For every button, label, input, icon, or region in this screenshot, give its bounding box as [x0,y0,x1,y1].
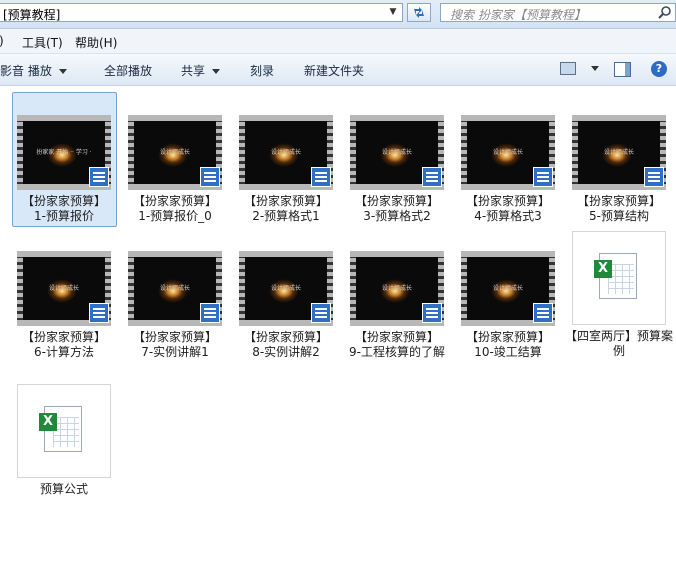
video-file-icon [422,167,442,187]
excel-file-icon: X [39,406,82,452]
play-with-button[interactable]: 影音 播放 [0,62,67,79]
file-name-label: 【扮家家预算】 3-预算格式2 [354,194,439,223]
search-placeholder: 搜索 扮家家【预算教程】 [450,8,586,22]
menu-item-tools[interactable]: 工具(T) [22,34,63,51]
refresh-button[interactable] [407,3,431,22]
preview-pane-icon[interactable] [614,62,631,77]
file-name-label: 【扮家家预算】 1-预算报价 [21,194,106,223]
thumbnail-caption: 设计师成长 [492,285,523,292]
video-file-icon [200,303,220,323]
thumbnail-caption: 设计师成长 [381,285,412,292]
address-path: [预算教程] [3,8,61,22]
thumbnail-caption: 扮家家 开始 ·· 学习 · [36,149,92,156]
refresh-icon [414,7,424,18]
video-file-icon [644,167,664,187]
video-file-icon [89,167,109,187]
video-file-icon [533,303,553,323]
video-file-icon [200,167,220,187]
file-name-label: 【扮家家预算】 9-工程核算的了解 [349,330,445,359]
thumbnail-caption: 设计师成长 [48,285,79,292]
file-name-label: 【扮家家预算】 5-预算结构 [576,194,661,223]
file-name-label: 【扮家家预算】 4-预算格式3 [465,194,550,223]
video-file-icon [311,303,331,323]
chevron-down-icon[interactable]: ▼ [386,5,400,20]
menu-item-view-partial[interactable]: ) [0,34,4,48]
address-bar-row: [预算教程] ▼ 搜索 扮家家【预算教程】 [0,0,676,29]
thumbnail-caption: 设计师成长 [270,149,301,156]
menu-bar: ) 工具(T) 帮助(H) [0,29,676,54]
excel-logo-icon: X [39,413,57,431]
view-options-chevron-icon[interactable] [591,66,599,71]
file-name-label: 预算公式 [39,482,88,496]
help-icon[interactable]: ? [651,61,667,77]
thumbnail-caption: 设计师成长 [270,285,301,292]
file-name-label: 【四室两厅】预算案例 [564,329,673,358]
burn-button[interactable]: 刻录 [250,62,274,79]
file-name-label: 【扮家家预算】 2-预算格式1 [243,194,328,223]
menu-item-help[interactable]: 帮助(H) [75,34,117,51]
excel-logo-icon: X [594,260,612,278]
file-name-label: 【扮家家预算】 6-计算方法 [21,330,106,359]
thumbnail-caption: 设计师成长 [381,149,412,156]
new-folder-button[interactable]: 新建文件夹 [304,62,364,79]
address-bar[interactable]: [预算教程] ▼ [0,3,403,22]
file-name-label: 【扮家家预算】 7-实例讲解1 [132,330,217,359]
video-file-icon [311,167,331,187]
excel-file-icon: X [594,253,637,299]
thumbnail-caption: 设计师成长 [159,285,190,292]
video-file-icon [89,303,109,323]
video-file-icon [422,303,442,323]
play-all-button[interactable]: 全部播放 [104,62,152,79]
search-icon[interactable] [658,5,672,20]
change-view-icon[interactable] [560,62,576,75]
chevron-down-icon [212,69,221,74]
thumbnail-caption: 设计师成长 [603,149,634,156]
excel-thumbnail: X [572,231,666,325]
file-name-label: 【扮家家预算】 10-竣工结算 [465,330,550,359]
file-name-label: 【扮家家预算】 1-预算报价_0 [132,194,217,223]
search-input[interactable]: 搜索 扮家家【预算教程】 [440,3,676,22]
thumbnail-caption: 设计师成长 [159,149,190,156]
play-with-label: 影音 播放 [0,64,52,78]
thumbnail-caption: 设计师成长 [492,149,523,156]
file-name-label: 【扮家家预算】 8-实例讲解2 [243,330,328,359]
chevron-down-icon [58,69,67,74]
excel-thumbnail: X [17,384,111,478]
video-file-icon [533,167,553,187]
share-button[interactable]: 共享 [181,62,221,79]
share-label: 共享 [181,64,206,78]
